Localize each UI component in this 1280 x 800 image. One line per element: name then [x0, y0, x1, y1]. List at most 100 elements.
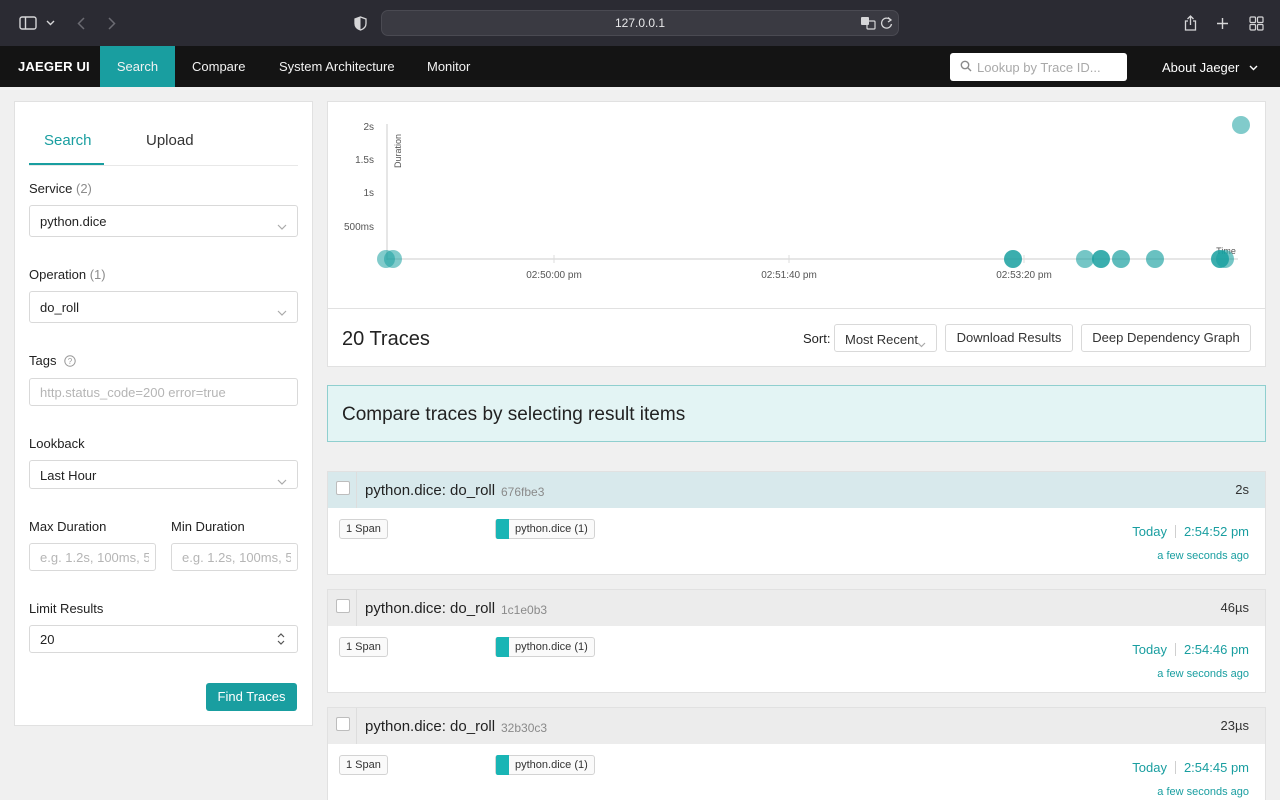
traces-count: 20 Traces: [342, 328, 430, 350]
tags-label-text: Tags: [29, 353, 57, 368]
service-select[interactable]: python.dice: [29, 205, 298, 237]
trace-timestamp: Today 2:54:45 pm: [1132, 760, 1249, 775]
nav-system-architecture[interactable]: System Architecture: [262, 46, 412, 87]
nav-search[interactable]: Search: [100, 46, 175, 87]
lookback-select[interactable]: Last Hour: [29, 460, 298, 489]
trace-point[interactable]: [1146, 250, 1164, 268]
trace-day: Today: [1132, 642, 1167, 657]
trace-item-header[interactable]: python.dice: do_roll 1c1e0b3 46µs: [328, 590, 1265, 626]
limit-results-stepper[interactable]: 20: [29, 625, 298, 653]
trace-item[interactable]: python.dice: do_roll 676fbe3 2s 1 Span p…: [327, 471, 1266, 575]
trace-point[interactable]: [1112, 250, 1130, 268]
about-label: About Jaeger: [1162, 60, 1240, 75]
trace-id-lookup-input[interactable]: Lookup by Trace ID...: [950, 53, 1127, 81]
reload-icon[interactable]: [880, 16, 893, 35]
x-tick-label: 02:51:40 pm: [761, 270, 817, 281]
trace-timestamp: Today 2:54:46 pm: [1132, 642, 1249, 657]
results-header: 20 Traces Sort: Most Recent Download Res…: [327, 308, 1266, 367]
compare-checkbox[interactable]: [336, 717, 350, 731]
tab-overview-icon[interactable]: [1246, 11, 1266, 35]
nav-compare[interactable]: Compare: [175, 46, 262, 87]
limit-results-label: Limit Results: [29, 601, 104, 616]
tags-input[interactable]: http.status_code=200 error=true: [29, 378, 298, 406]
min-duration-label: Min Duration: [171, 519, 245, 534]
trace-point[interactable]: [1232, 116, 1250, 134]
trace-item[interactable]: python.dice: do_roll 32b30c3 23µs 1 Span…: [327, 707, 1266, 800]
chevron-down-icon: [277, 472, 287, 490]
trace-id: 676fbe3: [501, 485, 545, 499]
operation-count: (1): [89, 267, 106, 282]
divider: [1174, 525, 1176, 538]
trace-time: 2:54:46 pm: [1183, 642, 1249, 657]
compare-checkbox[interactable]: [336, 599, 350, 613]
help-icon[interactable]: ?: [64, 355, 76, 370]
service-color-swatch: [496, 637, 509, 657]
chevron-down-icon: [1249, 59, 1258, 74]
service-tag-label: python.dice (1): [515, 759, 588, 771]
limit-results-value: 20: [40, 632, 55, 647]
sort-value: Most Recent: [845, 332, 918, 347]
chevron-down-icon[interactable]: [43, 11, 57, 35]
max-duration-input[interactable]: e.g. 1.2s, 100ms, 500us: [29, 543, 156, 571]
brand-logo[interactable]: JAEGER UI: [18, 59, 90, 74]
search-icon: [960, 59, 972, 77]
tab-search[interactable]: Search: [44, 132, 92, 149]
nav-monitor[interactable]: Monitor: [410, 46, 487, 87]
trace-time: 2:54:45 pm: [1183, 760, 1249, 775]
forward-icon[interactable]: [103, 11, 121, 35]
service-tag: python.dice (1): [495, 519, 595, 539]
max-duration-label: Max Duration: [29, 519, 107, 534]
trace-name[interactable]: python.dice: do_roll: [365, 482, 495, 499]
trace-item-header[interactable]: python.dice: do_roll 32b30c3 23µs: [328, 708, 1265, 744]
divider: [1174, 761, 1176, 774]
trace-timestamp: Today 2:54:52 pm: [1132, 524, 1249, 539]
translate-icon[interactable]: [860, 16, 876, 35]
tags-placeholder: http.status_code=200 error=true: [40, 385, 226, 400]
browser-toolbar: 127.0.0.1: [0, 0, 1280, 46]
trace-point[interactable]: [1004, 250, 1022, 268]
chevron-down-icon: [917, 335, 926, 353]
compare-checkbox[interactable]: [336, 481, 350, 495]
chevron-down-icon: [277, 303, 287, 321]
lookup-placeholder: Lookup by Trace ID...: [977, 60, 1101, 75]
min-duration-input[interactable]: e.g. 1.2s, 100ms, 500us: [171, 543, 298, 571]
checkbox-cell: [328, 708, 357, 744]
y-tick-label: 1s: [363, 188, 374, 199]
trace-name[interactable]: python.dice: do_roll: [365, 600, 495, 617]
service-color-swatch: [496, 519, 509, 539]
y-tick-label: 1.5s: [355, 155, 374, 166]
trace-item-header[interactable]: python.dice: do_roll 676fbe3 2s: [328, 472, 1265, 508]
y-tick-label: 2s: [363, 122, 374, 133]
sort-select[interactable]: Most Recent: [834, 324, 937, 352]
address-bar[interactable]: 127.0.0.1: [381, 10, 899, 36]
deep-dependency-graph-button[interactable]: Deep Dependency Graph: [1081, 324, 1251, 352]
trace-point[interactable]: [384, 250, 402, 268]
tab-upload[interactable]: Upload: [146, 132, 194, 149]
sort-label: Sort:: [803, 331, 831, 346]
trace-item[interactable]: python.dice: do_roll 1c1e0b3 46µs 1 Span…: [327, 589, 1266, 693]
sidebar-toggle-icon[interactable]: [16, 11, 40, 35]
service-tag-label: python.dice (1): [515, 641, 588, 653]
download-results-button[interactable]: Download Results: [945, 324, 1073, 352]
trace-point[interactable]: [1216, 250, 1234, 268]
operation-select[interactable]: do_roll: [29, 291, 298, 323]
trace-scatter-chart: 2s 1.5s 1s 500ms Duration Time 02:50:00 …: [327, 101, 1266, 309]
find-traces-button[interactable]: Find Traces: [206, 683, 297, 711]
trace-id: 1c1e0b3: [501, 603, 548, 617]
service-tag-label: python.dice (1): [515, 523, 588, 535]
trace-name[interactable]: python.dice: do_roll: [365, 718, 495, 735]
trace-day: Today: [1132, 524, 1167, 539]
back-icon[interactable]: [72, 11, 90, 35]
service-value: python.dice: [40, 214, 107, 229]
service-tag: python.dice (1): [495, 755, 595, 775]
service-label-text: Service: [29, 181, 73, 196]
privacy-shield-icon[interactable]: [351, 11, 369, 35]
divider: [1174, 643, 1176, 656]
trace-point[interactable]: [1076, 250, 1094, 268]
new-tab-icon[interactable]: [1213, 11, 1231, 35]
share-icon[interactable]: [1181, 11, 1199, 35]
span-count-tag: 1 Span: [339, 519, 388, 539]
about-jaeger-menu[interactable]: About Jaeger: [1162, 59, 1258, 75]
trace-point[interactable]: [1092, 250, 1110, 268]
stepper-arrows-icon[interactable]: [277, 632, 285, 651]
